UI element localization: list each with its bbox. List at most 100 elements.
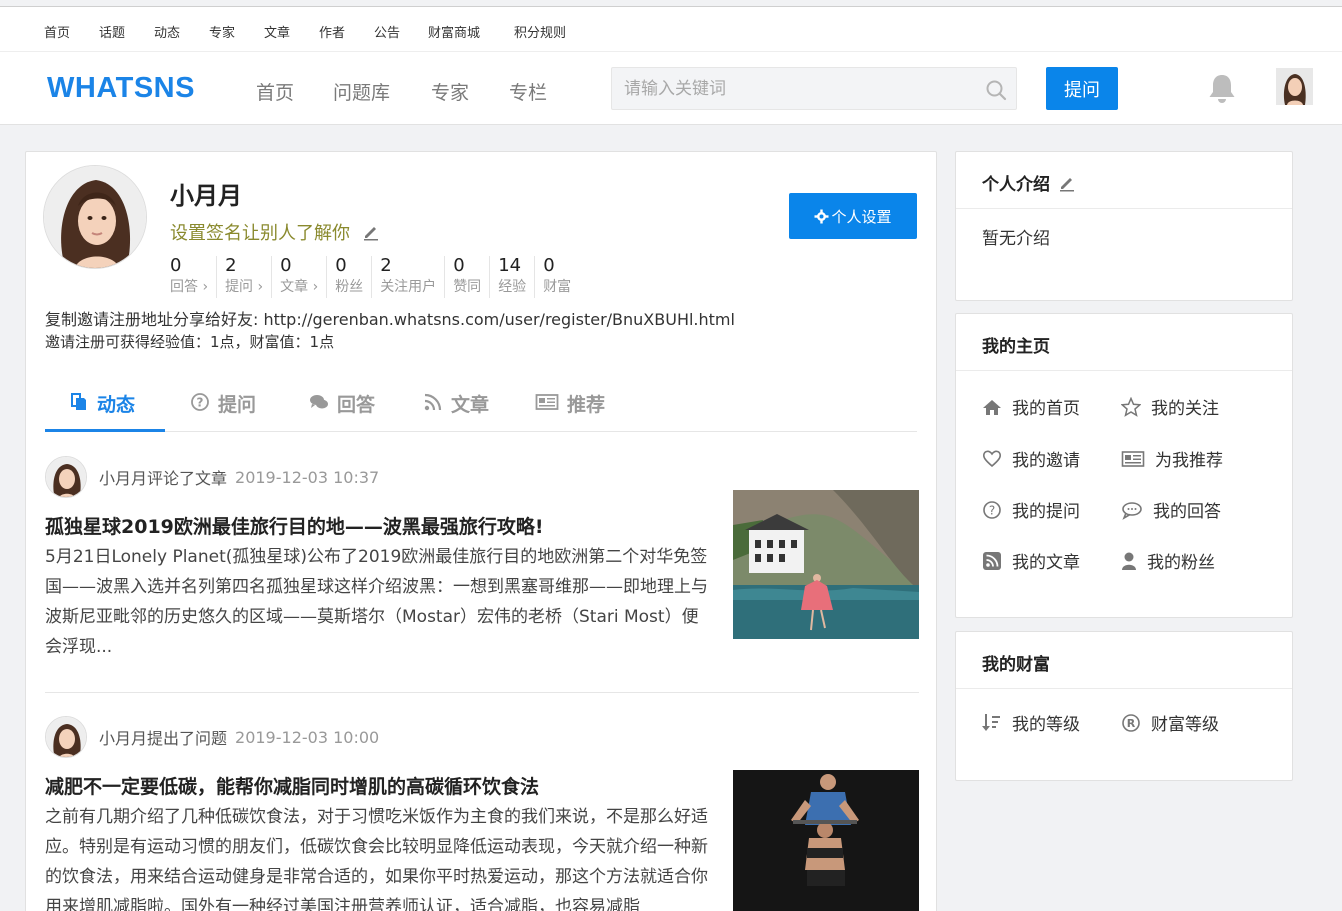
file-icon [71,393,86,410]
edit-pencil-icon[interactable] [362,223,380,241]
link-my-questions[interactable]: ? 我的提问 [982,497,1080,522]
intro-title: 个人介绍 [982,170,1076,195]
feed-item: 小月月评论了文章 2019-12-03 10:37 孤独星球2019欧洲最佳旅行… [45,456,919,696]
stat-wealth: 0 财富 [543,255,572,296]
subnav-topics[interactable]: 话题 [99,22,125,41]
svg-text:?: ? [197,396,204,410]
feed-title[interactable]: 孤独星球2019欧洲最佳旅行目的地——波黑最强旅行攻略! [45,512,544,539]
tab-answers[interactable]: 回答 [309,388,375,432]
feed-time: 2019-12-03 10:00 [235,727,380,747]
star-icon [1121,396,1141,417]
newspaper-icon [1121,450,1145,467]
personal-settings-button[interactable]: 个人设置 [789,193,917,239]
top-subnav: 首页 话题 动态 专家 文章 作者 公告 财富商城 积分规则 [0,7,1342,51]
link-wealth-level[interactable]: R 财富等级 [1121,710,1219,735]
rss-icon [424,393,442,411]
link-my-home[interactable]: 我的首页 [982,394,1080,419]
my-home-card: 我的主页 我的首页 我的关注 我的邀请 为我推荐 ? 我的提问 我的回答 我的文… [955,313,1293,618]
rss-square-icon [983,551,1001,570]
feed-description: 5月21日Lonely Planet(孤独星球)公布了2019欧洲最佳旅行目的地… [45,547,708,657]
stat-following: 2 关注用户 [380,256,446,298]
stat-questions[interactable]: 2 提问 › [225,256,273,298]
feed-avatar[interactable] [45,456,87,498]
gear-icon [814,209,829,223]
feed-item: 小月月提出了问题 2019-12-03 10:00 减肥不一定要低碳，能帮你减脂… [45,716,919,911]
link-recommend-for-me[interactable]: 为我推荐 [1121,446,1223,471]
subnav-articles[interactable]: 文章 [264,22,290,41]
stat-answers[interactable]: 0 回答 › [170,256,218,298]
feed-meta: 小月月评论了文章 2019-12-03 10:37 [45,456,379,498]
intro-card: 个人介绍 暂无介绍 [955,151,1293,301]
feed-title[interactable]: 减肥不一定要低碳，能帮你减脂同时增肌的高碳循环饮食法 [45,772,539,799]
svg-text:?: ? [989,503,995,517]
my-wealth-card: 我的财富 我的等级 R 财富等级 [955,631,1293,781]
profile-signature[interactable]: 设置签名让别人了解你 [170,219,380,245]
feed-avatar[interactable] [45,716,87,758]
invite-link-text[interactable]: 复制邀请注册地址分享给好友: http://gerenban.whatsns.c… [45,306,735,330]
feed-thumbnail[interactable] [733,770,919,911]
feed-meta: 小月月提出了问题 2019-12-03 10:00 [45,716,379,758]
subnav-notices[interactable]: 公告 [374,22,400,41]
stat-articles[interactable]: 0 文章 › [280,256,328,298]
invite-reward-text: 邀请注册可获得经验值：1点，财富值：1点 [45,333,335,351]
profile-stats: 0 回答 › 2 提问 › 0 文章 › 0 粉丝 2 关注用户 0 赞同 14 经验 0 财富 [170,256,587,298]
nav-home[interactable]: 首页 [256,78,294,105]
subnav-experts[interactable]: 专家 [209,22,235,41]
nav-columns[interactable]: 专栏 [509,78,547,105]
nav-question-bank[interactable]: 问题库 [333,78,390,105]
user-avatar[interactable] [1276,68,1313,105]
notification-bell-icon[interactable] [1205,72,1239,106]
feed-divider [45,692,919,693]
divider [956,688,1292,689]
signature-text: 设置签名让别人了解你 [170,223,350,244]
user-icon [1122,552,1136,570]
my-wealth-title: 我的财富 [982,655,1050,675]
subnav-points-rules[interactable]: 积分规则 [514,22,566,41]
profile-name: 小月月 [170,182,242,210]
link-my-fans[interactable]: 我的粉丝 [1121,548,1215,573]
subnav-activity[interactable]: 动态 [154,22,180,41]
feed-action[interactable]: 小月月提出了问题 [99,725,227,749]
site-logo[interactable]: WHATSNS [47,72,195,105]
search-box [611,67,1017,110]
tab-activity[interactable]: 动态 [45,388,165,432]
subnav-shop[interactable]: 财富商城 [428,22,480,41]
comments-icon [310,395,328,409]
tab-articles[interactable]: 文章 [423,388,489,432]
home-icon [983,399,1001,415]
question-circle-icon: ? [191,393,209,411]
profile-tabs: 动态 ? 提问 回答 文章 推荐 [45,388,917,432]
feed-time: 2019-12-03 10:37 [235,467,380,487]
subnav-authors[interactable]: 作者 [319,22,345,41]
intro-text: 暂无介绍 [982,229,1050,249]
link-my-answers[interactable]: 我的回答 [1121,497,1221,522]
comment-icon [1122,501,1142,520]
question-circle-icon: ? [983,500,1001,519]
subnav-home[interactable]: 首页 [44,22,70,41]
link-my-invites[interactable]: 我的邀请 [982,446,1080,471]
link-my-follows[interactable]: 我的关注 [1121,394,1219,419]
link-my-level[interactable]: 我的等级 [982,710,1080,735]
stat-fans: 0 粉丝 [335,256,373,298]
nav-experts[interactable]: 专家 [431,78,469,105]
sort-amount-icon [982,713,1000,731]
feed-thumbnail[interactable] [733,490,919,639]
divider [956,208,1292,209]
feed-action[interactable]: 小月月评论了文章 [99,465,227,489]
svg-text:R: R [1127,717,1136,730]
settings-label: 个人设置 [831,208,892,226]
main-header: WHATSNS 首页 问题库 专家 专栏 提问 [0,51,1342,125]
search-icon[interactable] [985,79,1007,101]
stat-likes: 0 赞同 [453,256,491,298]
edit-pencil-icon[interactable] [1058,174,1076,192]
divider [956,370,1292,371]
feed-description: 之前有几期介绍了几种低碳饮食法，对于习惯吃米饭作为主食的我们来说，不是那么好适应… [45,807,708,911]
tab-questions[interactable]: ? 提问 [190,388,256,432]
stat-experience: 14 经验 [498,256,536,298]
ask-question-button[interactable]: 提问 [1046,67,1118,110]
search-input[interactable] [624,77,974,101]
tab-recommend[interactable]: 推荐 [535,388,605,432]
link-my-articles[interactable]: 我的文章 [982,548,1080,573]
registered-icon: R [1122,713,1140,732]
profile-avatar[interactable] [43,165,147,269]
